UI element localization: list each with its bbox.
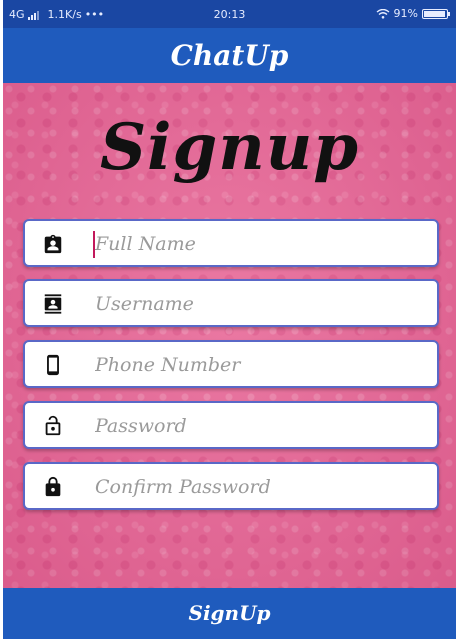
- password-field[interactable]: [23, 401, 439, 449]
- password-input[interactable]: [95, 409, 425, 443]
- username-field[interactable]: [23, 279, 439, 327]
- signup-button[interactable]: SignUp: [3, 588, 456, 639]
- battery-icon: [422, 8, 450, 19]
- confirm-password-field[interactable]: [23, 462, 439, 510]
- lock-icon: [41, 475, 65, 499]
- phone-icon: [41, 353, 65, 377]
- status-bar: 4G 1.1K/s ••• 20:13 91%: [3, 0, 456, 28]
- phone-field[interactable]: [23, 340, 439, 388]
- username-input[interactable]: [95, 287, 425, 321]
- wifi-icon: [376, 8, 389, 19]
- phone-input[interactable]: [95, 348, 425, 382]
- full-name-input[interactable]: [95, 227, 425, 261]
- account-box-icon: [41, 292, 65, 316]
- app-title: ChatUp: [3, 28, 456, 83]
- app-screen: 4G 1.1K/s ••• 20:13 91% ChatUp Signup Fu…: [3, 0, 456, 639]
- lock-open-icon: [41, 414, 65, 438]
- status-right: 91%: [376, 7, 450, 20]
- confirm-password-input[interactable]: [95, 470, 425, 504]
- full-name-field[interactable]: [23, 219, 439, 267]
- signup-heading: Signup: [99, 110, 360, 185]
- contact-badge-icon: [41, 232, 65, 256]
- battery-percent: 91%: [393, 7, 418, 20]
